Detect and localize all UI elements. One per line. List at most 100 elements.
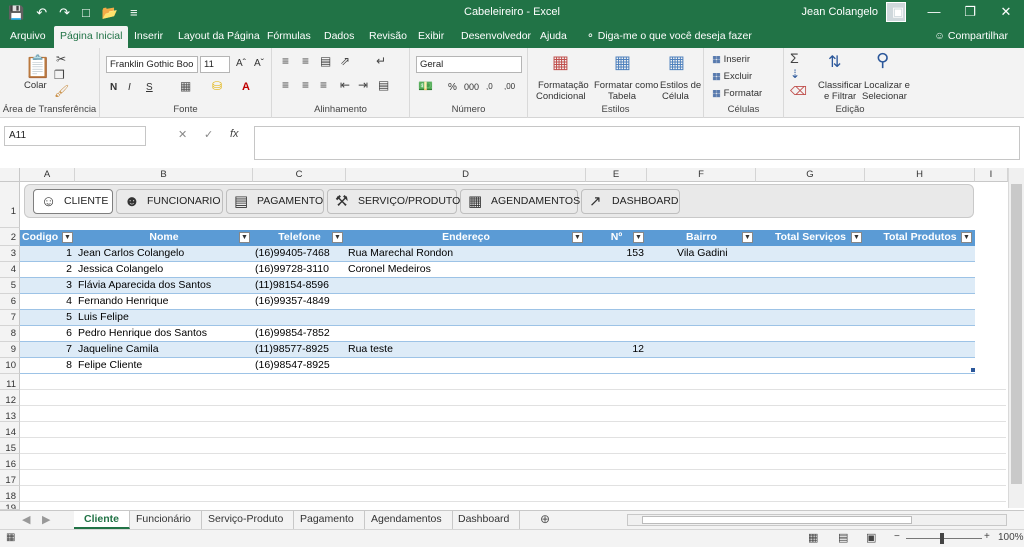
row-header[interactable]: 11 — [0, 374, 20, 390]
horizontal-scrollbar[interactable] — [627, 514, 1007, 526]
cell-endereco[interactable]: Rua Marechal Rondon — [348, 246, 584, 262]
filter-dropdown-icon[interactable]: ▼ — [633, 232, 644, 243]
sheet-tab-funcionario[interactable]: Funcionário — [126, 511, 202, 529]
font-name-select[interactable]: Franklin Gothic Boo — [106, 56, 198, 73]
fill-color-icon[interactable]: ⛁ — [212, 79, 222, 93]
cell-bairro[interactable] — [677, 278, 755, 294]
minimize-icon[interactable]: — — [916, 0, 952, 26]
sheet-tab-servico-produto[interactable]: Serviço-Produto — [198, 511, 295, 529]
column-header-e[interactable]: E — [586, 168, 647, 182]
align-top-icon[interactable]: ≡ — [282, 54, 289, 68]
zoom-out-icon[interactable]: − — [894, 531, 900, 542]
cell-bairro[interactable] — [677, 358, 755, 374]
format-as-table-button-line2[interactable]: Tabela — [608, 91, 636, 102]
delete-cells-button[interactable]: ▦ Excluir — [712, 71, 752, 82]
zoom-in-icon[interactable]: + — [984, 531, 990, 542]
table-row[interactable]: 2 Jessica Colangelo (16)99728-3110 Coronel … — [20, 262, 975, 278]
cell-codigo[interactable]: 4 — [20, 294, 72, 310]
cell-endereco[interactable]: Rua teste — [348, 342, 584, 358]
row-header[interactable]: 1 — [0, 182, 20, 228]
cell-numero[interactable] — [586, 326, 644, 342]
cut-icon[interactable]: ✂ — [56, 52, 66, 66]
sheet-tab-pagamento[interactable]: Pagamento — [290, 511, 365, 529]
cell-telefone[interactable]: (11)98577-8925 — [255, 342, 345, 358]
user-name[interactable]: Jean Colangelo — [802, 6, 878, 18]
page-layout-view-icon[interactable]: ▤ — [838, 531, 848, 544]
format-as-table-button[interactable]: Formatar como — [594, 80, 658, 91]
ribbon-display-icon[interactable]: ▣ — [880, 0, 916, 26]
column-header-b[interactable]: B — [75, 168, 253, 182]
nav-cliente-button[interactable]: ☺ CLIENTE — [33, 189, 113, 214]
filter-dropdown-icon[interactable]: ▼ — [572, 232, 583, 243]
find-select-button[interactable]: Localizar e — [864, 80, 910, 91]
tab-layout[interactable]: Layout da Página — [172, 26, 266, 48]
filter-dropdown-icon[interactable]: ▼ — [851, 232, 862, 243]
filter-dropdown-icon[interactable]: ▼ — [62, 232, 73, 243]
align-center-icon[interactable]: ≡ — [302, 78, 309, 92]
cell-bairro[interactable] — [677, 294, 755, 310]
grow-font-icon[interactable]: Aˆ — [236, 58, 246, 69]
nav-servico-produto-button[interactable]: ⚒ SERVIÇO/PRODUTO — [327, 189, 460, 214]
tab-desenvolvedor[interactable]: Desenvolvedor — [455, 26, 537, 48]
row-header[interactable]: 15 — [0, 438, 20, 454]
cell-codigo[interactable]: 1 — [20, 246, 72, 262]
sort-filter-button[interactable]: Classificar — [818, 80, 862, 91]
normal-view-icon[interactable]: ▦ — [808, 531, 818, 544]
row-header[interactable]: 2 — [0, 228, 20, 246]
table-resize-handle[interactable] — [971, 368, 975, 372]
scroll-tabs-right-icon[interactable]: ▶ — [42, 513, 50, 526]
tab-formulas[interactable]: Fórmulas — [261, 26, 317, 48]
cell-styles-button[interactable]: Estilos de — [660, 80, 701, 91]
fill-icon[interactable]: ⇣ — [790, 67, 800, 81]
cell-codigo[interactable]: 8 — [20, 358, 72, 374]
borders-icon[interactable]: ▦ — [180, 79, 191, 93]
tab-inserir[interactable]: Inserir — [128, 26, 169, 48]
font-size-select[interactable]: 11 — [200, 56, 230, 73]
add-sheet-icon[interactable]: ⊕ — [540, 512, 550, 526]
filter-dropdown-icon[interactable]: ▼ — [961, 232, 972, 243]
increase-indent-icon[interactable]: ⇥ — [358, 78, 368, 92]
tab-revisao[interactable]: Revisão — [363, 26, 413, 48]
orientation-icon[interactable]: ⇗ — [340, 54, 350, 68]
cell-endereco[interactable] — [348, 358, 584, 374]
cell-nome[interactable]: Flávia Aparecida dos Santos — [78, 278, 252, 294]
percent-icon[interactable]: % — [448, 82, 457, 93]
cell-telefone[interactable]: (11)98154-8596 — [255, 278, 345, 294]
cell-nome[interactable]: Jaqueline Camila — [78, 342, 252, 358]
zoom-slider-thumb[interactable] — [940, 533, 944, 544]
cell-numero[interactable]: 12 — [586, 342, 644, 358]
column-header-i[interactable]: I — [975, 168, 1008, 182]
page-break-view-icon[interactable]: ▣ — [866, 531, 876, 544]
row-header[interactable]: 3 — [0, 246, 20, 262]
table-row[interactable]: 7 Jaqueline Camila (11)98577-8925 Rua teste… — [20, 342, 975, 358]
table-row[interactable]: 1 Jean Carlos Colangelo (16)99405-7468 Rua … — [20, 246, 975, 262]
sheet-tab-agendamentos[interactable]: Agendamentos — [361, 511, 453, 529]
cell-numero[interactable]: 153 — [586, 246, 644, 262]
row-header[interactable]: 14 — [0, 422, 20, 438]
filter-dropdown-icon[interactable]: ▼ — [742, 232, 753, 243]
cell-endereco[interactable]: Coronel Medeiros — [348, 262, 584, 278]
paste-icon[interactable]: 📋 — [24, 54, 51, 80]
conditional-formatting-button-line2[interactable]: Condicional — [536, 91, 586, 102]
tell-me-box[interactable]: ⚬ Diga-me o que você deseja fazer — [586, 26, 752, 47]
wrap-text-icon[interactable]: ↵ — [376, 54, 386, 68]
tab-dados[interactable]: Dados — [318, 26, 360, 48]
cell-bairro[interactable] — [677, 262, 755, 278]
find-select-button-line2[interactable]: Selecionar — [862, 91, 907, 102]
select-all-corner[interactable] — [0, 168, 20, 182]
table-row[interactable]: 5 Luis Felipe — [20, 310, 975, 326]
cell-telefone[interactable]: (16)99405-7468 — [255, 246, 345, 262]
column-header-h[interactable]: H — [865, 168, 975, 182]
cell-bairro[interactable] — [677, 326, 755, 342]
vertical-scroll-thumb[interactable] — [1011, 184, 1022, 484]
tab-arquivo[interactable]: Arquivo — [4, 26, 52, 48]
cell-nome[interactable]: Luis Felipe — [78, 310, 252, 326]
sort-filter-button-line2[interactable]: e Filtrar — [824, 91, 856, 102]
shrink-font-icon[interactable]: Aˇ — [254, 58, 264, 69]
row-header[interactable]: 19 — [0, 502, 20, 510]
cell-telefone[interactable]: (16)99728-3110 — [255, 262, 345, 278]
cell-telefone[interactable] — [255, 310, 345, 326]
cell-numero[interactable] — [586, 262, 644, 278]
name-box[interactable]: A11 — [4, 126, 146, 146]
cell-nome[interactable]: Felipe Cliente — [78, 358, 252, 374]
